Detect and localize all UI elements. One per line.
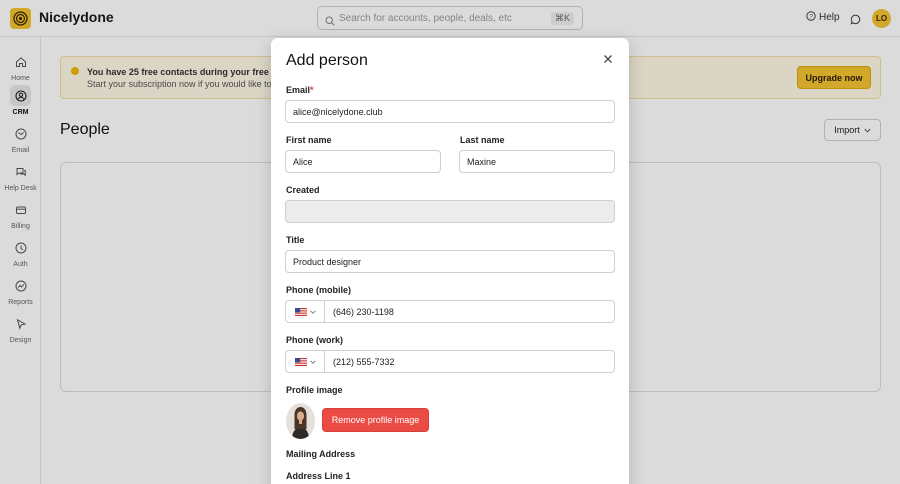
phone-mobile-field[interactable]: (646) 230-1198 [285, 300, 615, 323]
modal-title: Add person [286, 52, 368, 69]
country-select[interactable] [286, 351, 325, 372]
phone-mobile-value: (646) 230-1198 [333, 307, 394, 317]
phone-work-value: (212) 555-7332 [333, 357, 395, 367]
email-field[interactable] [285, 100, 615, 123]
first-name-field[interactable] [285, 150, 441, 173]
us-flag-icon [294, 357, 307, 366]
email-label: Email* [286, 85, 314, 95]
mailing-address-label: Mailing Address [286, 449, 356, 459]
add-person-modal: Add person Email* First name Last name C… [271, 38, 629, 484]
title-label: Title [286, 235, 305, 245]
profile-photo [286, 403, 315, 439]
created-field [285, 200, 615, 223]
chevron-down-icon [309, 309, 316, 314]
title-field[interactable] [285, 250, 615, 273]
phone-work-label: Phone (work) [286, 335, 344, 345]
remove-profile-image-button[interactable]: Remove profile image [322, 408, 429, 432]
first-name-label: First name [286, 135, 332, 145]
country-select[interactable] [286, 301, 325, 322]
profile-image-label: Profile image [286, 385, 343, 395]
address-line-1-label: Address Line 1 [286, 471, 351, 481]
last-name-field[interactable] [459, 150, 615, 173]
phone-work-field[interactable]: (212) 555-7332 [285, 350, 615, 373]
created-label: Created [286, 185, 320, 195]
close-icon[interactable] [602, 52, 614, 64]
us-flag-icon [294, 307, 307, 316]
chevron-down-icon [309, 359, 316, 364]
last-name-label: Last name [460, 135, 505, 145]
phone-mobile-label: Phone (mobile) [286, 285, 351, 295]
